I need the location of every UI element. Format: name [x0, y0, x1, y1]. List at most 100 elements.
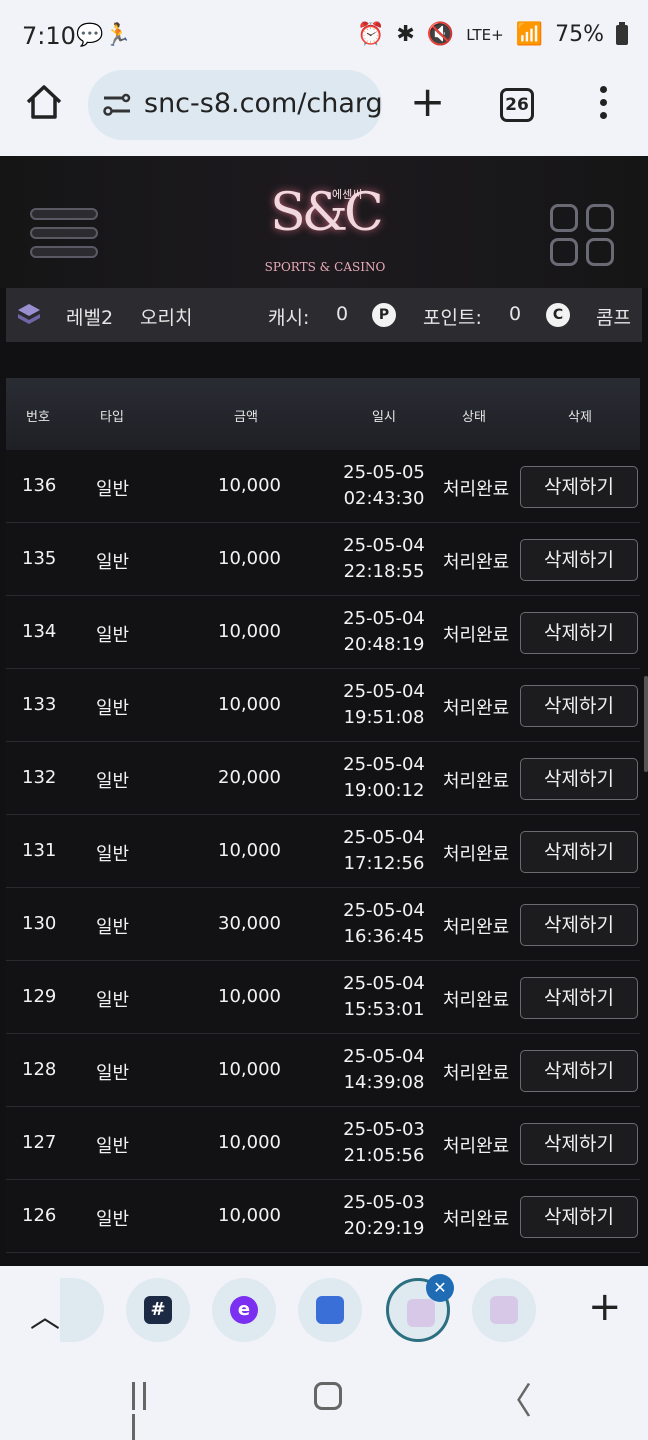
- cell-datetime: 25-05-04 16:36:45: [316, 898, 452, 950]
- delete-button[interactable]: 삭제하기: [520, 1050, 638, 1092]
- address-bar[interactable]: snc-s8.com/charg: [88, 70, 382, 140]
- table-row: 126 일반 10,000 25-05-03 20:29:19 처리완료 삭제하기: [6, 1180, 640, 1253]
- user-name: 오리치: [140, 307, 193, 329]
- status-bar: 7:10 💬 🏃 ⏰ ✱ 🔇 LTE+ 📶 75%: [0, 0, 648, 70]
- delete-button[interactable]: 삭제하기: [520, 685, 638, 727]
- more-menu-icon[interactable]: [600, 86, 608, 124]
- table-row: 131 일반 10,000 25-05-04 17:12:56 처리완료 삭제하기: [6, 815, 640, 888]
- delete-button[interactable]: 삭제하기: [520, 904, 638, 946]
- cell-amount: 10,000: [218, 548, 281, 569]
- site-settings-icon[interactable]: [102, 92, 132, 118]
- chevron-up-icon[interactable]: ︿: [30, 1292, 60, 1336]
- cell-time: 21:05:56: [343, 1145, 425, 1166]
- cell-no: 129: [22, 986, 57, 1007]
- cell-no: 133: [22, 694, 57, 715]
- cell-status: 처리완료: [443, 1136, 510, 1157]
- app-grid-icon[interactable]: [550, 204, 618, 270]
- cell-date: 25-05-04: [343, 1046, 425, 1067]
- tab-item[interactable]: [298, 1278, 362, 1342]
- cell-time: 16:36:45: [343, 926, 425, 947]
- chat-icon: 💬: [76, 23, 104, 48]
- network-label: LTE+: [466, 25, 504, 44]
- snc-favicon-icon: [490, 1296, 518, 1324]
- tab-partial[interactable]: [60, 1278, 104, 1342]
- cell-status: 처리완료: [443, 844, 510, 865]
- snc-favicon-icon: [407, 1299, 435, 1327]
- header-status: 상태: [462, 410, 486, 425]
- table-body: 136 일반 10,000 25-05-05 02:43:30 처리완료 삭제하기 135 일반…: [6, 450, 640, 1253]
- table-row: 135 일반 10,000 25-05-04 22:18:55 처리완료 삭제하기: [6, 523, 640, 596]
- charge-history-table: 번호 타입 금액 일시 상태 삭제 136 일반 10,000 25-05-05 02:…: [6, 378, 640, 1253]
- cell-amount: 10,000: [218, 694, 281, 715]
- cell-status: 처리완료: [443, 698, 510, 719]
- cell-datetime: 25-05-04 15:53:01: [316, 971, 452, 1023]
- cell-amount: 10,000: [218, 840, 281, 861]
- header-amount: 금액: [234, 410, 258, 425]
- delete-button[interactable]: 삭제하기: [520, 466, 638, 508]
- add-tab-icon[interactable]: +: [588, 1284, 622, 1330]
- cell-date: 25-05-04: [343, 973, 425, 994]
- home-button-icon[interactable]: [314, 1382, 342, 1410]
- cash-label: 캐시:: [268, 307, 310, 329]
- cell-amount: 30,000: [218, 913, 281, 934]
- cell-date: 25-05-04: [343, 754, 425, 775]
- cell-no: 127: [22, 1132, 57, 1153]
- point-label: 포인트:: [423, 307, 482, 329]
- cell-amount: 10,000: [218, 621, 281, 642]
- cell-datetime: 25-05-03 20:29:19: [316, 1190, 452, 1242]
- new-tab-icon[interactable]: +: [410, 81, 445, 123]
- tab-item[interactable]: e: [212, 1278, 276, 1342]
- cell-datetime: 25-05-04 17:12:56: [316, 825, 452, 877]
- delete-button[interactable]: 삭제하기: [520, 977, 638, 1019]
- cell-time: 22:18:55: [343, 561, 425, 582]
- cell-datetime: 25-05-04 20:48:19: [316, 606, 452, 658]
- site-content: S&C 에센씨 SPORTS & CASINO 레벨2 오리치 캐시: 0 P …: [0, 156, 648, 1266]
- cell-type: 일반: [96, 552, 130, 573]
- cell-status: 처리완료: [443, 771, 510, 792]
- site-header: S&C 에센씨 SPORTS & CASINO: [0, 156, 648, 288]
- back-icon[interactable]: 〈: [496, 1372, 532, 1424]
- cell-no: 132: [22, 767, 57, 788]
- delete-button[interactable]: 삭제하기: [520, 758, 638, 800]
- delete-button[interactable]: 삭제하기: [520, 1196, 638, 1238]
- site-logo[interactable]: S&C 에센씨 SPORTS & CASINO: [262, 168, 388, 280]
- alarm-icon: ⏰: [356, 22, 385, 47]
- point-coin-icon: P: [372, 303, 396, 327]
- cell-time: 20:29:19: [343, 1218, 425, 1239]
- point-value: 0: [509, 303, 522, 325]
- cell-datetime: 25-05-04 14:39:08: [316, 1044, 452, 1096]
- cell-no: 136: [22, 475, 57, 496]
- cell-type: 일반: [96, 844, 130, 865]
- scrollbar[interactable]: [644, 676, 648, 772]
- mute-icon: 🔇: [426, 22, 455, 47]
- cash-value: 0: [336, 303, 349, 325]
- recents-icon[interactable]: [132, 1382, 162, 1440]
- delete-button[interactable]: 삭제하기: [520, 1123, 638, 1165]
- cell-no: 128: [22, 1059, 57, 1080]
- tab-item[interactable]: [472, 1278, 536, 1342]
- cell-time: 20:48:19: [343, 634, 425, 655]
- tab-switcher-button[interactable]: 26: [500, 88, 534, 122]
- cell-date: 25-05-03: [343, 1119, 425, 1140]
- cell-amount: 10,000: [218, 1205, 281, 1226]
- cell-type: 일반: [96, 1063, 130, 1084]
- cell-no: 126: [22, 1205, 57, 1226]
- cell-no: 131: [22, 840, 57, 861]
- cell-amount: 10,000: [218, 986, 281, 1007]
- close-tab-icon[interactable]: ✕: [426, 1274, 454, 1302]
- hamburger-menu-icon[interactable]: [30, 208, 98, 264]
- system-nav-bar: 〈: [0, 1362, 648, 1440]
- home-icon[interactable]: [24, 82, 64, 122]
- delete-button[interactable]: 삭제하기: [520, 831, 638, 873]
- delete-button[interactable]: 삭제하기: [520, 612, 638, 654]
- cell-time: 02:43:30: [343, 488, 425, 509]
- comp-label[interactable]: 콤프: [596, 303, 631, 330]
- site-favicon-icon: [316, 1296, 344, 1324]
- table-header: 번호 타입 금액 일시 상태 삭제: [6, 378, 640, 450]
- tab-item[interactable]: #: [126, 1278, 190, 1342]
- cell-status: 처리완료: [443, 552, 510, 573]
- tab-strip: ︿ # e ✕ +: [0, 1266, 648, 1362]
- url-text[interactable]: snc-s8.com/charg: [144, 88, 382, 119]
- cell-datetime: 25-05-05 02:43:30: [316, 460, 452, 512]
- delete-button[interactable]: 삭제하기: [520, 539, 638, 581]
